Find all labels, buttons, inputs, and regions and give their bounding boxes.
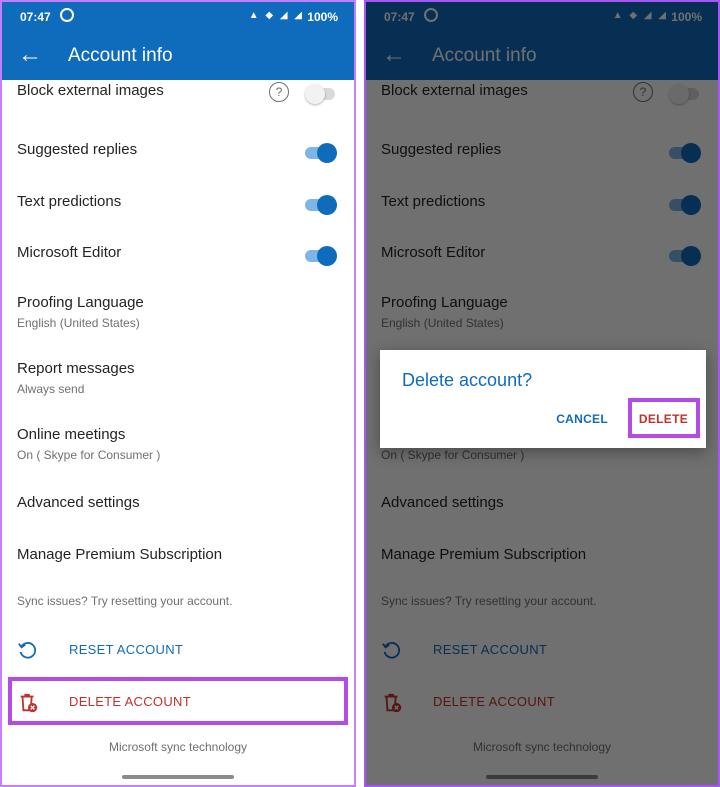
setting-manage-premium[interactable]: Manage Premium Subscription — [17, 546, 339, 563]
setting-label: Manage Premium Subscription — [17, 546, 223, 563]
cancel-button[interactable]: CANCEL — [556, 412, 608, 426]
toggle-knob — [317, 143, 337, 163]
arrow-left-icon[interactable]: ← — [16, 41, 44, 69]
toggle-knob — [317, 195, 337, 215]
delete-account-dialog: Delete account? CANCEL DELETE — [380, 350, 706, 448]
battery-text: 100% — [307, 10, 338, 24]
setting-label: Text predictions — [17, 193, 122, 210]
setting-proofing-language[interactable]: Proofing Language English (United States… — [17, 294, 339, 330]
help-icon[interactable]: ? — [269, 82, 289, 102]
app-bar: ← Account info — [2, 32, 354, 80]
setting-online-meetings[interactable]: Online meetings On ( Skype for Consumer … — [17, 426, 339, 462]
setting-value: Always send — [17, 382, 85, 396]
setting-label: Suggested replies — [17, 141, 138, 158]
dialog-title: Delete account? — [402, 370, 533, 390]
status-time: 07:47 — [20, 10, 51, 24]
status-bar: 07:47 ▲ ◆ ◢ ◢ 100% — [2, 2, 354, 32]
footer-text: Microsoft sync technology — [108, 740, 248, 754]
delete-account-highlight — [8, 677, 348, 725]
refresh-icon — [18, 642, 36, 659]
comparison-screenshot: 07:47 ▲ ◆ ◢ ◢ 100% ← Account info Block … — [0, 0, 720, 787]
toggle-knob — [317, 246, 337, 266]
setting-text-predictions[interactable]: Text predictions — [17, 193, 339, 215]
network-icons: ▲ ◆ ◢ ◢ — [248, 10, 304, 21]
setting-label: Microsoft Editor — [17, 244, 122, 261]
setting-label: Advanced settings — [17, 494, 140, 511]
setting-suggested-replies[interactable]: Suggested replies — [17, 141, 339, 163]
delete-button-highlight — [628, 398, 700, 438]
sync-hint: Sync issues? Try resetting your account. — [17, 594, 233, 608]
reset-account-label: RESET ACCOUNT — [69, 642, 184, 657]
phone-screen-left: 07:47 ▲ ◆ ◢ ◢ 100% ← Account info Block … — [0, 0, 356, 787]
setting-report-messages[interactable]: Report messages Always send — [17, 360, 339, 396]
setting-block-external-images[interactable]: Block external images ? — [17, 82, 339, 104]
microsoft-editor-toggle[interactable] — [305, 246, 337, 266]
toggle-knob — [305, 84, 325, 104]
block-images-toggle[interactable] — [305, 84, 337, 104]
settings-list: Block external images ? Suggested replie… — [2, 80, 354, 785]
phone-screen-right: 07:47 ▲ ◆ ◢ ◢ 100% ← Account info Block … — [364, 0, 720, 787]
setting-label: Block external images — [17, 82, 164, 99]
setting-label: Online meetings — [17, 426, 126, 443]
setting-value: On ( Skype for Consumer ) — [17, 448, 161, 462]
setting-advanced-settings[interactable]: Advanced settings — [17, 494, 339, 511]
suggested-replies-toggle[interactable] — [305, 143, 337, 163]
reset-account-button[interactable]: RESET ACCOUNT — [17, 640, 339, 664]
page-title: Account info — [68, 45, 173, 66]
setting-label: Proofing Language — [17, 294, 144, 311]
setting-label: Report messages — [17, 360, 135, 377]
setting-microsoft-editor[interactable]: Microsoft Editor — [17, 244, 339, 266]
text-predictions-toggle[interactable] — [305, 195, 337, 215]
home-indicator[interactable] — [122, 775, 234, 779]
setting-value: English (United States) — [17, 316, 140, 330]
sync-status-icon — [60, 8, 74, 22]
